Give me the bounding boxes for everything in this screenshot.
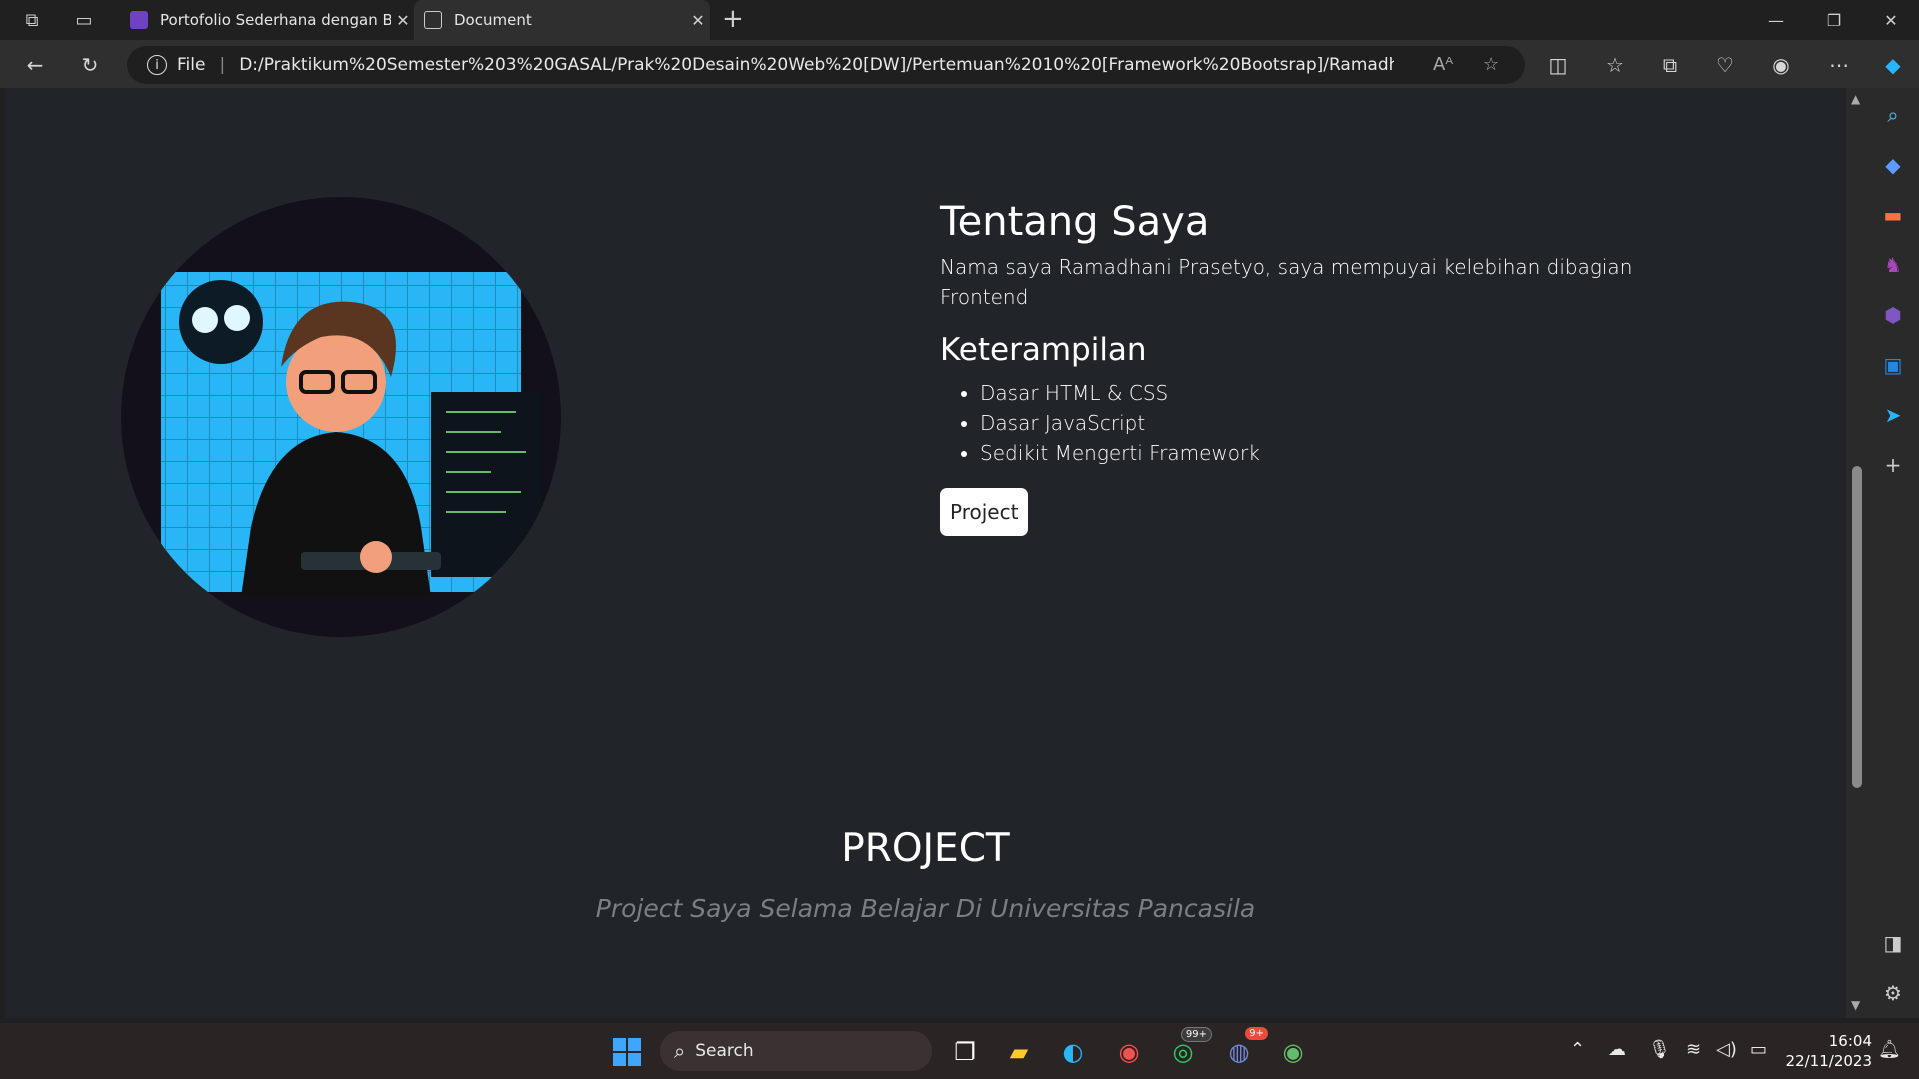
minimize-button[interactable]: — [1748, 0, 1804, 40]
back-icon[interactable]: ← [20, 50, 50, 80]
address-separator: | [219, 55, 226, 75]
windows-taskbar: ⌕ Search ❐ ▰ ◐ ◉ ◎ 99+ ◍ 9+ ◉ ⌃ ☁ 🎙 ≋ ◁) ▭… [0, 1023, 1919, 1079]
favorite-star-icon[interactable]: ☆ [1483, 54, 1499, 75]
document-icon [424, 11, 442, 29]
profile-avatar-icon[interactable]: ◉ [1766, 50, 1796, 80]
task-view-icon[interactable]: ❐ [946, 1033, 984, 1071]
scheme-label: File [177, 55, 206, 75]
edge-sidebar: ⌕ ◆ ▬ ♞ ⬢ ▣ ➤ + ◨ ⚙ [1868, 88, 1919, 1018]
list-item: Dasar JavaScript [980, 408, 1660, 438]
hide-sidebar-icon[interactable]: ◨ [1880, 930, 1906, 956]
discord-badge: 9+ [1245, 1027, 1268, 1040]
project-heading: PROJECT [841, 826, 1010, 871]
about-title: Tentang Saya [940, 199, 1210, 245]
profile-illustration [121, 197, 561, 637]
volume-icon[interactable]: ◁) [1716, 1039, 1737, 1060]
list-item: Sedikit Mengerti Framework [980, 438, 1660, 468]
tab-title: Document [454, 11, 532, 29]
about-text: Nama saya Ramadhani Prasetyo, saya mempu… [940, 255, 1633, 309]
url-text[interactable]: D:/Praktikum%20Semester%203%20GASAL/Prak… [239, 55, 1394, 75]
file-explorer-icon[interactable]: ▰ [1000, 1033, 1038, 1071]
browser-essentials-icon[interactable]: ♡ [1710, 50, 1740, 80]
onedrive-icon[interactable]: ☁ [1608, 1039, 1626, 1060]
restore-button[interactable]: ❐ [1806, 0, 1862, 40]
add-icon[interactable]: + [1880, 452, 1906, 478]
whatsapp-badge: 99+ [1180, 1027, 1212, 1042]
tab-portfolio[interactable]: Portofolio Sederhana dengan Bo ✕ [120, 0, 415, 40]
close-window-button[interactable]: ✕ [1863, 0, 1919, 40]
microphone-icon[interactable]: 🎙 [1648, 1039, 1671, 1060]
shopping-tag-icon[interactable]: ◆ [1880, 152, 1906, 178]
close-tab-icon[interactable]: ✕ [391, 11, 415, 30]
windows-start-icon[interactable] [608, 1033, 646, 1071]
whatsapp-icon[interactable]: ◎ 99+ [1164, 1027, 1212, 1071]
battery-icon[interactable]: ▭ [1750, 1039, 1767, 1060]
discord-icon[interactable]: ◍ 9+ [1220, 1027, 1268, 1071]
about-section: Tentang Saya Nama saya Ramadhani Prasety… [940, 198, 1660, 536]
close-tab-icon[interactable]: ✕ [686, 11, 710, 30]
skills-title: Keterampilan [940, 332, 1147, 368]
wifi-icon[interactable]: ≋ [1686, 1039, 1701, 1060]
page-scrollbar[interactable]: ▲ ▼ [1846, 88, 1868, 1018]
read-aloud-icon[interactable]: Aᴬ [1433, 54, 1453, 75]
page-favicon-icon [130, 11, 148, 29]
search-icon[interactable]: ⌕ [1880, 102, 1906, 128]
list-item: Dasar HTML & CSS [980, 378, 1660, 408]
show-hidden-icons-icon[interactable]: ⌃ [1570, 1039, 1585, 1060]
scroll-down-icon[interactable]: ▼ [1851, 998, 1860, 1012]
tab-title: Portofolio Sederhana dengan Bo [160, 11, 391, 29]
split-screen-icon[interactable]: ◫ [1543, 50, 1573, 80]
address-bar[interactable]: i File | D:/Praktikum%20Semester%203%20G… [127, 46, 1525, 84]
more-menu-icon[interactable]: ⋯ [1824, 50, 1854, 80]
favorites-icon[interactable]: ☆ [1600, 50, 1630, 80]
info-icon[interactable]: i [147, 55, 167, 75]
copilot-icon[interactable]: ◆ [1878, 50, 1908, 80]
browser-toolbar: ← ↻ i File | D:/Praktikum%20Semester%203… [0, 40, 1919, 88]
notification-bell-icon[interactable]: 🔔︎ [1878, 1039, 1901, 1060]
chrome-profile-icon[interactable]: ◉ [1274, 1033, 1312, 1071]
search-icon: ⌕ [674, 1039, 686, 1063]
refresh-icon[interactable]: ↻ [75, 50, 105, 80]
drop-icon[interactable]: ➤ [1880, 402, 1906, 428]
system-clock[interactable]: 16:04 22/11/2023 [1778, 1031, 1872, 1071]
new-tab-button[interactable]: + [722, 4, 744, 34]
search-label: Search [695, 1041, 754, 1061]
workspaces-icon[interactable]: ⧉ [18, 6, 46, 34]
skills-list: Dasar HTML & CSS Dasar JavaScript Sediki… [940, 378, 1660, 468]
page-content: Tentang Saya Nama saya Ramadhani Prasety… [5, 88, 1846, 1018]
scroll-thumb[interactable] [1852, 466, 1862, 788]
edge-browser-icon[interactable]: ◐ [1054, 1033, 1092, 1071]
project-button[interactable]: Project [940, 488, 1029, 536]
browser-titlebar: ⧉ ▭ Portofolio Sederhana dengan Bo ✕ Doc… [0, 0, 1919, 40]
outlook-icon[interactable]: ▣ [1880, 352, 1906, 378]
gear-icon[interactable]: ⚙ [1880, 980, 1906, 1006]
taskbar-search[interactable]: ⌕ Search [660, 1031, 932, 1071]
tab-actions-icon[interactable]: ▭ [70, 6, 98, 34]
chrome-icon[interactable]: ◉ [1110, 1033, 1148, 1071]
clock-date: 22/11/2023 [1785, 1052, 1872, 1070]
tab-document[interactable]: Document ✕ [414, 0, 710, 40]
microsoft-365-icon[interactable]: ⬢ [1880, 302, 1906, 328]
games-icon[interactable]: ♞ [1880, 252, 1906, 278]
tools-icon[interactable]: ▬ [1880, 202, 1906, 228]
clock-time: 16:04 [1828, 1032, 1872, 1050]
scroll-up-icon[interactable]: ▲ [1851, 92, 1860, 106]
collections-icon[interactable]: ⧉ [1655, 50, 1685, 80]
project-subtitle: Project Saya Selama Belajar Di Universit… [595, 894, 1256, 923]
